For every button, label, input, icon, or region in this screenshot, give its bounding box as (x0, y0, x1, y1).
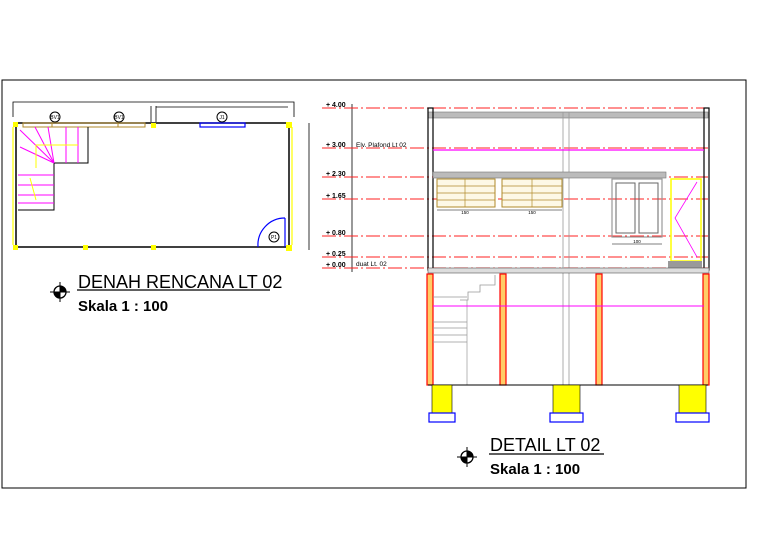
dim-150-b: 150 (528, 210, 536, 215)
level-label: + 0.25 (326, 251, 346, 258)
column (426, 273, 434, 386)
tag-bv1-a: BV1 (50, 115, 60, 121)
ceiling-note: Elv. Plafond Lt 02 (356, 142, 407, 149)
plan-title-block: DENAH RENCANA LT 02 Skala 1 : 100 (50, 272, 282, 315)
section-detail: + 4.00 + 3.00 + 2.30 + 1.65 + 0.80 + 0.25 + 0.… (322, 102, 710, 423)
footing-pad (428, 412, 456, 423)
footing (552, 384, 581, 414)
footing (678, 384, 707, 414)
detail-title: DETAIL LT 02 (490, 435, 600, 455)
column (595, 273, 603, 386)
dim-100: 100 (633, 239, 641, 244)
level-label: + 2.30 (326, 171, 346, 178)
column (499, 273, 507, 386)
plan-scale: Skala 1 : 100 (78, 298, 168, 315)
detail-title-block: DETAIL LT 02 Skala 1 : 100 (457, 435, 604, 478)
level-label: + 4.00 (326, 102, 346, 109)
dim-150-a: 150 (461, 210, 469, 215)
level-label: + 0.80 (326, 230, 346, 237)
footing-pad (549, 412, 584, 423)
footing (431, 384, 453, 414)
footing-pad (675, 412, 710, 423)
detail-scale: Skala 1 : 100 (490, 461, 580, 478)
column (702, 273, 710, 386)
tag-j1: J1 (219, 115, 225, 121)
tag-bv1-b: BV1 (114, 115, 124, 121)
level-label: + 1.65 (326, 193, 346, 200)
floor-plan: BV1 BV1 J1 P1 (12, 101, 310, 251)
tag-p1: P1 (271, 235, 277, 241)
level-label: + 3.00 (326, 142, 346, 149)
plan-title: DENAH RENCANA LT 02 (78, 272, 282, 292)
cad-drawing: BV1 BV1 J1 P1 DENAH RENCANA LT 02 Skala … (1, 79, 747, 489)
level-label: + 0.00 (326, 262, 346, 269)
floor-note: duat Lt. 02 (356, 261, 387, 268)
